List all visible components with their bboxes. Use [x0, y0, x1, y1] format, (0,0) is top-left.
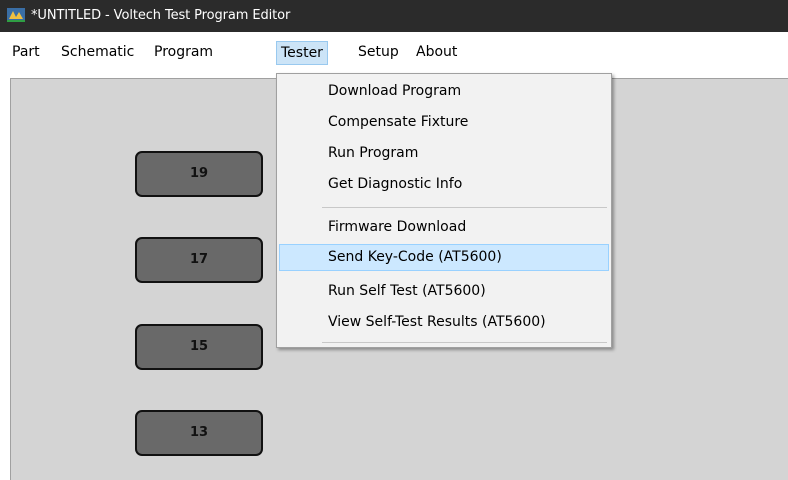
tester-dropdown-menu: Download Program Compensate Fixture Run … [276, 73, 612, 348]
menu-item-compensate-fixture[interactable]: Compensate Fixture [279, 109, 609, 136]
menu-bar: Part Schematic Program Tester Setup Abou… [0, 32, 788, 74]
app-icon [7, 8, 25, 22]
menu-setup[interactable]: Setup [358, 44, 399, 60]
pin-13[interactable]: 13 [135, 410, 263, 456]
menu-item-download-program[interactable]: Download Program [279, 78, 609, 105]
pin-15[interactable]: 15 [135, 324, 263, 370]
menu-item-run-self-test[interactable]: Run Self Test (AT5600) [279, 278, 609, 305]
menu-about[interactable]: About [416, 44, 457, 60]
menu-tester[interactable]: Tester [276, 41, 328, 65]
menu-item-firmware-download[interactable]: Firmware Download [279, 214, 609, 241]
menu-part[interactable]: Part [12, 44, 40, 60]
pin-17[interactable]: 17 [135, 237, 263, 283]
menu-item-view-self-test-results[interactable]: View Self-Test Results (AT5600) [279, 309, 609, 336]
window-title: *UNTITLED - Voltech Test Program Editor [31, 8, 291, 23]
title-bar: *UNTITLED - Voltech Test Program Editor [0, 0, 788, 32]
menu-separator-bottom [322, 342, 607, 343]
menu-item-get-diagnostic-info[interactable]: Get Diagnostic Info [279, 171, 609, 198]
menu-program[interactable]: Program [154, 44, 213, 60]
menu-item-run-program[interactable]: Run Program [279, 140, 609, 167]
menu-separator [322, 207, 607, 208]
menu-schematic[interactable]: Schematic [61, 44, 134, 60]
menu-item-send-key-code[interactable]: Send Key-Code (AT5600) [279, 244, 609, 271]
pin-19[interactable]: 19 [135, 151, 263, 197]
